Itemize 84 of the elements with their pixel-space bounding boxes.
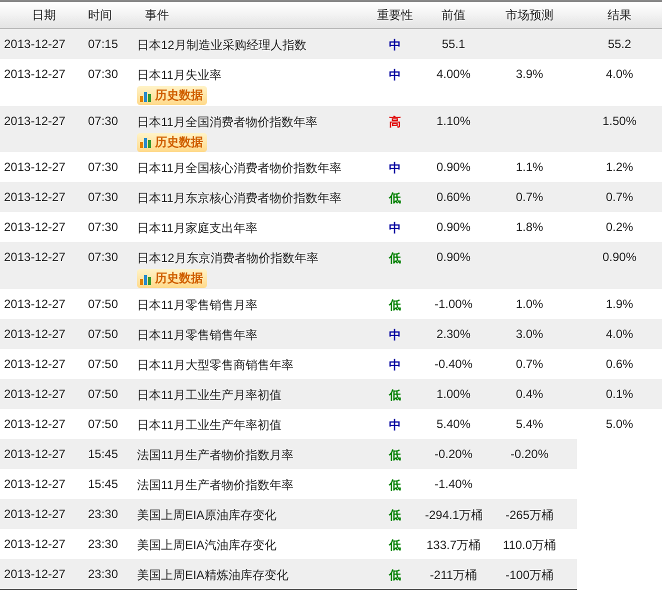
table-cell: 0.90% bbox=[425, 242, 482, 288]
bar-chart-icon bbox=[139, 135, 153, 149]
event-name: 日本11月工业生产月率初值 bbox=[137, 388, 282, 402]
importance-label: 中 bbox=[389, 68, 401, 82]
event-name: 日本11月东京核心消费者物价指数年率 bbox=[137, 191, 342, 205]
column-header: 日期 bbox=[31, 6, 57, 24]
column-header: 市场预测 bbox=[504, 6, 554, 24]
table-cell: 4.0% bbox=[577, 318, 662, 348]
event-name: 日本11月全国消费者物价指数年率 bbox=[137, 114, 318, 128]
table-cell: -0.20% bbox=[482, 438, 577, 468]
table-cell: -211万桶 bbox=[425, 558, 482, 588]
table-cell: 1.50% bbox=[577, 106, 662, 152]
importance-label: 低 bbox=[389, 191, 401, 205]
table-cell: 0.90% bbox=[577, 242, 662, 288]
importance-label: 低 bbox=[389, 478, 401, 492]
history-data-button[interactable]: 历史数据 bbox=[137, 132, 207, 152]
table-cell: 1.10% bbox=[425, 106, 482, 152]
importance-label: 低 bbox=[389, 251, 401, 265]
column-header: 重要性 bbox=[376, 6, 414, 24]
column-header: 时间 bbox=[88, 6, 113, 24]
importance-label: 低 bbox=[389, 388, 401, 402]
table-cell: 07:50 bbox=[88, 378, 137, 408]
table-cell: 2013-12-27 bbox=[0, 318, 88, 348]
table-cell: 07:15 bbox=[88, 29, 137, 59]
table-cell: -0.20% bbox=[425, 438, 482, 468]
importance-label: 中 bbox=[389, 358, 401, 372]
importance-label: 中 bbox=[389, 161, 401, 175]
event-name: 日本12月东京消费者物价指数年率 bbox=[137, 251, 318, 265]
table-cell: 2013-12-27 bbox=[0, 182, 88, 212]
importance-label: 低 bbox=[389, 508, 401, 522]
column-header: 前值 bbox=[440, 6, 466, 24]
event-name: 法国11月生产者物价指数年率 bbox=[137, 478, 294, 492]
event-name: 日本11月家庭支出年率 bbox=[137, 221, 258, 235]
table-cell: 2013-12-27 bbox=[0, 558, 88, 588]
importance-label: 低 bbox=[389, 568, 401, 582]
table-cell: 15:45 bbox=[88, 438, 137, 468]
table-cell: 55.2 bbox=[577, 29, 662, 59]
event-name: 日本11月全国核心消费者物价指数年率 bbox=[137, 161, 342, 175]
table-cell: 0.7% bbox=[482, 182, 577, 212]
table-cell: 2013-12-27 bbox=[0, 378, 88, 408]
table-cell: 2013-12-27 bbox=[0, 438, 88, 468]
event-name: 美国上周EIA汽油库存变化 bbox=[137, 538, 276, 552]
table-cell: 3.0% bbox=[482, 318, 577, 348]
event-name: 日本11月失业率 bbox=[137, 68, 222, 82]
table-cell: 2013-12-27 bbox=[0, 242, 88, 288]
importance-label: 中 bbox=[389, 418, 401, 432]
importance-label: 中 bbox=[389, 221, 401, 235]
table-cell: 55.1 bbox=[425, 29, 482, 59]
importance-label: 低 bbox=[389, 538, 401, 552]
importance-label: 低 bbox=[389, 448, 401, 462]
table-cell: 07:30 bbox=[88, 182, 137, 212]
table-cell: -265万桶 bbox=[482, 498, 577, 528]
table-cell: -100万桶 bbox=[482, 558, 577, 588]
event-name: 日本11月零售销售年率 bbox=[137, 328, 258, 342]
event-name: 日本12月制造业采购经理人指数 bbox=[137, 38, 306, 52]
table-cell: 0.60% bbox=[425, 182, 482, 212]
event-name: 日本11月大型零售商销售年率 bbox=[137, 358, 294, 372]
table-cell: 2013-12-27 bbox=[0, 106, 88, 152]
table-cell: 07:50 bbox=[88, 318, 137, 348]
history-data-button[interactable]: 历史数据 bbox=[137, 269, 207, 288]
importance-label: 高 bbox=[389, 114, 401, 128]
column-header: 结果 bbox=[606, 6, 632, 24]
table-cell: 23:30 bbox=[88, 498, 137, 528]
event-name: 日本11月工业生产年率初值 bbox=[137, 418, 282, 432]
table-cell: 07:30 bbox=[88, 242, 137, 288]
importance-label: 中 bbox=[389, 328, 401, 342]
table-cell: 0.7% bbox=[577, 182, 662, 212]
table-cell: 0.1% bbox=[577, 378, 662, 408]
table-cell: 0.4% bbox=[482, 378, 577, 408]
table-cell: 2013-12-27 bbox=[0, 498, 88, 528]
event-name: 日本11月零售销售月率 bbox=[137, 298, 258, 312]
event-name: 美国上周EIA原油库存变化 bbox=[137, 508, 276, 522]
importance-label: 中 bbox=[389, 38, 401, 52]
importance-label: 低 bbox=[389, 298, 401, 312]
event-name: 法国11月生产者物价指数月率 bbox=[137, 448, 294, 462]
event-name: 美国上周EIA精炼油库存变化 bbox=[137, 568, 288, 582]
table-cell: 1.00% bbox=[425, 378, 482, 408]
table-cell: 2013-12-27 bbox=[0, 29, 88, 59]
table-cell: 23:30 bbox=[88, 558, 137, 588]
history-data-button[interactable]: 历史数据 bbox=[137, 86, 207, 105]
table-cell: 07:30 bbox=[88, 106, 137, 152]
table-cell: 2.30% bbox=[425, 318, 482, 348]
table-cell: -294.1万桶 bbox=[425, 498, 482, 528]
column-header: 事件 bbox=[144, 6, 170, 24]
